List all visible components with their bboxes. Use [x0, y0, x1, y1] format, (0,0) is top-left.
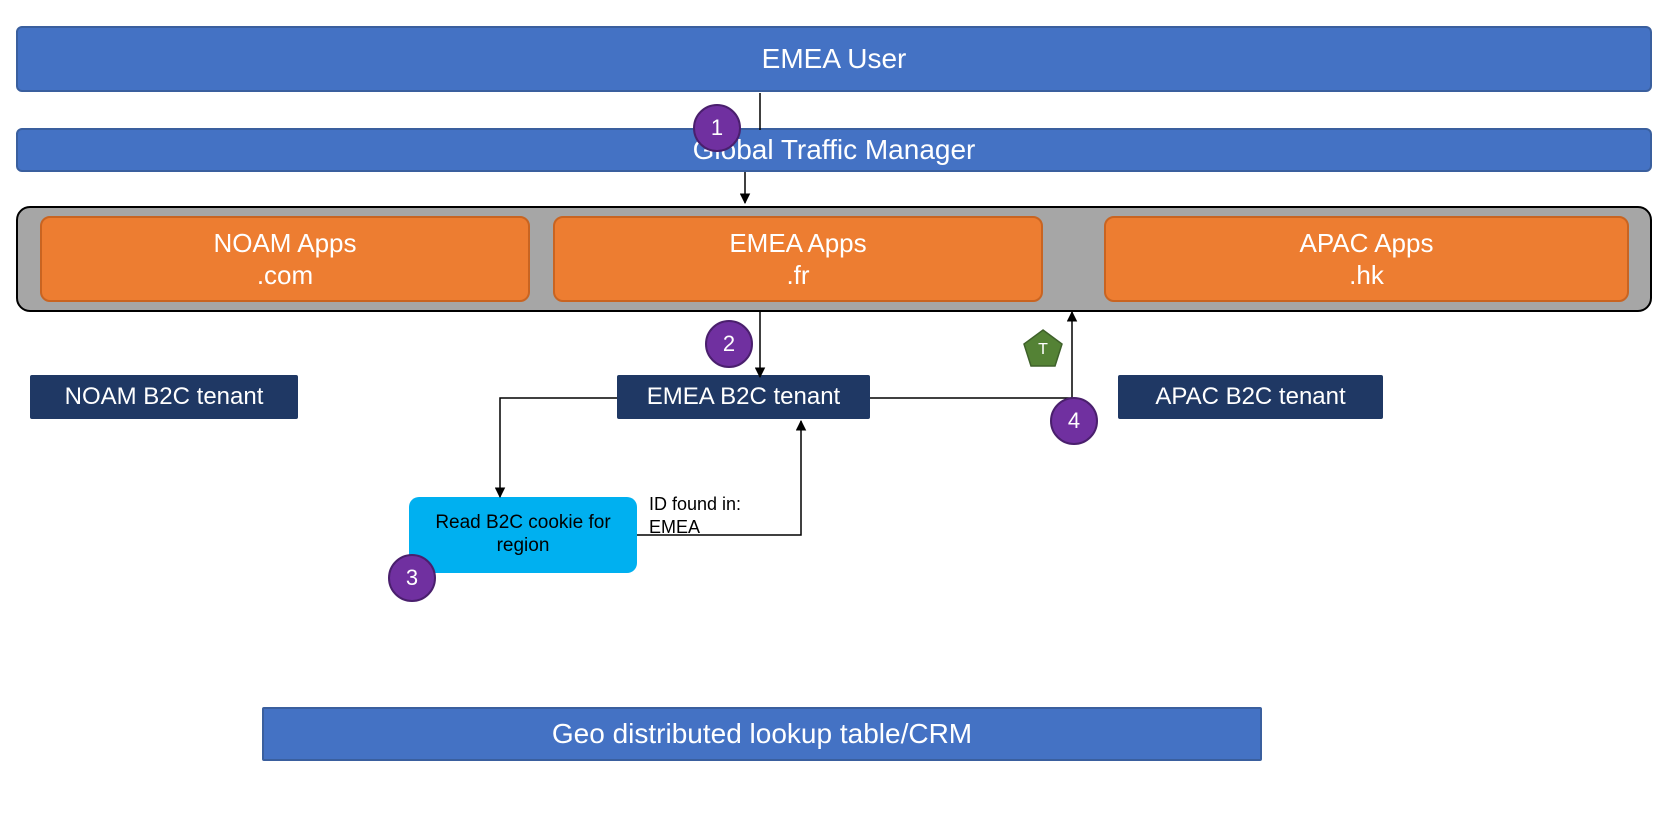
apac-b2c-tenant: APAC B2C tenant	[1118, 375, 1383, 419]
token-label: T	[1038, 341, 1048, 359]
id-found-annotation: ID found in: EMEA	[649, 493, 741, 538]
step-4-badge: 4	[1050, 397, 1098, 445]
emea-tenant-label: EMEA B2C tenant	[647, 383, 840, 411]
annotation-line1: ID found in:	[649, 493, 741, 516]
emea-b2c-tenant: EMEA B2C tenant	[617, 375, 870, 419]
token-pentagon-icon: T	[1022, 328, 1064, 368]
geo-lookup-bar: Geo distributed lookup table/CRM	[262, 707, 1262, 761]
emea-user-bar: EMEA User	[16, 26, 1652, 92]
step-1-badge: 1	[693, 104, 741, 152]
step-2-badge: 2	[705, 320, 753, 368]
emea-apps-box: EMEA Apps .fr	[553, 216, 1043, 302]
apac-apps-box: APAC Apps .hk	[1104, 216, 1629, 302]
noam-tenant-label: NOAM B2C tenant	[65, 383, 264, 411]
noam-apps-title: NOAM Apps	[213, 227, 356, 260]
apac-apps-title: APAC Apps	[1300, 227, 1434, 260]
step-1-label: 1	[711, 115, 723, 141]
step-2-label: 2	[723, 331, 735, 357]
emea-user-label: EMEA User	[762, 43, 907, 75]
geo-lookup-label: Geo distributed lookup table/CRM	[552, 718, 972, 750]
apac-apps-tld: .hk	[1349, 259, 1384, 292]
annotation-line2: EMEA	[649, 516, 741, 539]
step-4-label: 4	[1068, 408, 1080, 434]
emea-apps-tld: .fr	[786, 259, 809, 292]
step-3-badge: 3	[388, 554, 436, 602]
global-traffic-manager-bar: Global Traffic Manager	[16, 128, 1652, 172]
read-cookie-label: Read B2C cookie for region	[413, 512, 633, 558]
read-cookie-box: Read B2C cookie for region	[409, 497, 637, 573]
apac-tenant-label: APAC B2C tenant	[1155, 383, 1345, 411]
noam-b2c-tenant: NOAM B2C tenant	[30, 375, 298, 419]
step-3-label: 3	[406, 565, 418, 591]
noam-apps-tld: .com	[257, 259, 313, 292]
noam-apps-box: NOAM Apps .com	[40, 216, 530, 302]
emea-apps-title: EMEA Apps	[729, 227, 866, 260]
